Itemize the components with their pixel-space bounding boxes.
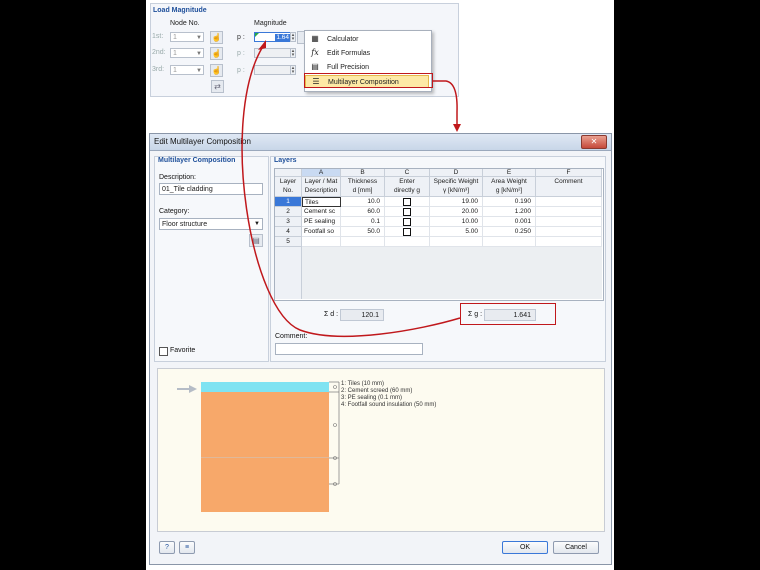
annotation-arrows (241, 40, 461, 338)
